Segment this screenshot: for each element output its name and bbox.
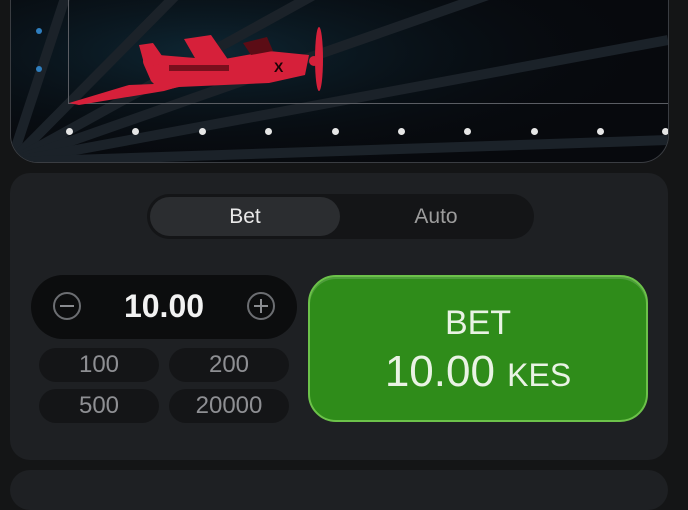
tab-bet[interactable]: Bet <box>150 197 340 236</box>
bet-button-amount: 10.00 KES <box>310 347 646 397</box>
bet-mode-switch: Bet Auto <box>147 194 534 239</box>
next-bet-panel <box>10 470 668 510</box>
plane-mark: X <box>274 59 284 75</box>
bet-button[interactable]: BET 10.00 KES <box>308 275 648 422</box>
quick-amount-200[interactable]: 200 <box>169 348 289 382</box>
bet-amount-stepper: 10.00 <box>31 275 297 339</box>
bet-amount-input[interactable]: 10.00 <box>91 288 237 325</box>
quick-amount-500[interactable]: 500 <box>39 389 159 423</box>
bet-button-label: BET <box>444 304 512 342</box>
bet-currency: KES <box>507 357 572 393</box>
minus-icon[interactable] <box>53 292 81 320</box>
bet-amount-value: 10.00 <box>384 347 495 396</box>
tab-auto[interactable]: Auto <box>341 197 531 236</box>
quick-amount-20000[interactable]: 20000 <box>169 389 289 423</box>
plus-icon[interactable] <box>247 292 275 320</box>
bet-panel: Bet Auto 10.00 100 200 500 20000 BET 10.… <box>10 173 668 460</box>
airplane-icon: X <box>69 27 323 105</box>
game-canvas: X <box>10 0 669 163</box>
quick-amount-100[interactable]: 100 <box>39 348 159 382</box>
